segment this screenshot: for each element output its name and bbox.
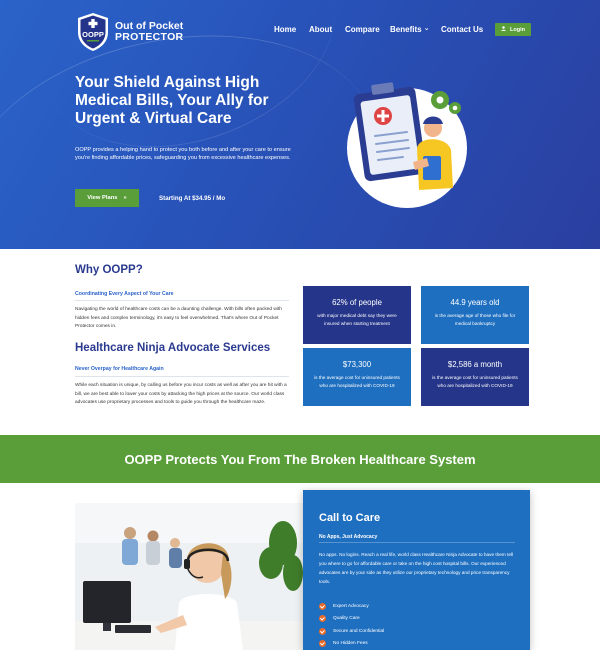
divider [75, 376, 289, 377]
hero-section: OOPP Out of Pocket PROTECTOR Home About … [0, 0, 600, 249]
list-item: Secure and Confidential [319, 625, 384, 638]
stat-card: 44.9 years old is the average age of tho… [421, 286, 529, 344]
banner-heading: OOPP Protects You From The Broken Health… [124, 451, 476, 467]
view-plans-label: View Plans [87, 195, 118, 201]
list-item: Quality Care [319, 613, 384, 626]
hero-description: OOPP provides a helping hand to protect … [75, 147, 291, 162]
check-circle-icon [319, 602, 326, 610]
nav-home[interactable]: Home [274, 25, 309, 34]
logo-badge-text: OOPP [82, 30, 104, 39]
stat-label: is the average cost for uninsured patien… [314, 375, 400, 388]
nav-about[interactable]: About [309, 25, 345, 34]
feature-label: Expert Advocacy [333, 603, 369, 609]
stat-card: 62% of people with major medical debt sa… [303, 286, 411, 344]
feature-label: No Hidden Fees [333, 641, 368, 647]
nav-compare[interactable]: Compare [345, 25, 390, 34]
stat-label: is the average cost for uninsured patien… [432, 375, 518, 388]
list-item: Expert Advocacy [319, 600, 384, 613]
support-agent-photo [75, 503, 303, 650]
feature-label: Secure and Confidential [333, 628, 385, 634]
care-title: Call to Care [319, 512, 381, 524]
chevron-down-icon: ⌄ [423, 25, 430, 32]
login-button[interactable]: Login [495, 23, 531, 36]
stat-value: 44.9 years old [450, 298, 500, 307]
stat-value: $73,300 [342, 360, 372, 369]
nav-benefits[interactable]: Benefits ⌄ [390, 25, 441, 34]
logo-text: Out of Pocket PROTECTOR [115, 21, 183, 43]
divider [319, 542, 515, 543]
stat-value: $2,586 a month [447, 360, 503, 369]
why-title: Why OOPP? [75, 264, 143, 276]
main-nav: Home About Compare Benefits ⌄ Contact Us… [274, 23, 531, 36]
logo-line2: PROTECTOR [115, 31, 184, 43]
stat-label: is the average age of those who file for… [434, 313, 516, 326]
check-circle-icon [319, 640, 326, 648]
user-icon [501, 26, 506, 33]
why-paragraph: Navigating the world of healthcare costs… [75, 307, 282, 329]
list-item: No Hidden Fees [319, 638, 384, 650]
view-plans-button[interactable]: View Plans » [75, 189, 139, 207]
promo-banner: OOPP Protects You From The Broken Health… [0, 435, 600, 483]
feature-label: Quality Care [333, 616, 360, 622]
divider [75, 300, 289, 301]
login-label: Login [510, 26, 525, 33]
stat-value: 62% of people [332, 298, 382, 307]
care-description: No apps. No logins. Reach a real life, w… [319, 552, 514, 584]
stat-label: with major medical debt say they were in… [317, 313, 397, 326]
stat-card: $73,300 is the average cost for uninsure… [303, 348, 411, 406]
care-feature-list: Expert Advocacy Quality Care Secure and … [319, 600, 384, 650]
hero-title: Your Shield Against High Medical Bills, … [75, 74, 269, 127]
starting-price: Starting At $34.95 / Mo [159, 195, 226, 202]
site-logo[interactable]: OOPP Out of Pocket PROTECTOR [76, 12, 183, 52]
ninja-title: Healthcare Ninja Advocate Services [75, 342, 271, 354]
ninja-paragraph: While each situation is unique, by calli… [75, 383, 287, 405]
why-subtitle: Coordinating Every Aspect of Your Care [75, 291, 174, 297]
check-circle-icon [319, 615, 326, 623]
call-to-care-card: Call to Care No Apps, Just Advocacy No a… [303, 490, 530, 650]
check-circle-icon [319, 627, 326, 635]
ninja-subtitle: Never Overpay for Healthcare Again [75, 366, 164, 372]
stat-card: $2,586 a month is the average cost for u… [421, 348, 529, 406]
shield-logo-icon: OOPP [76, 12, 110, 52]
nav-benefits-label: Benefits [390, 25, 422, 34]
care-subtitle: No Apps, Just Advocacy [319, 534, 378, 540]
clipboard-doctor-illustration [345, 78, 475, 213]
nav-contact[interactable]: Contact Us [441, 25, 495, 34]
double-chevron-right-icon: » [123, 195, 127, 201]
